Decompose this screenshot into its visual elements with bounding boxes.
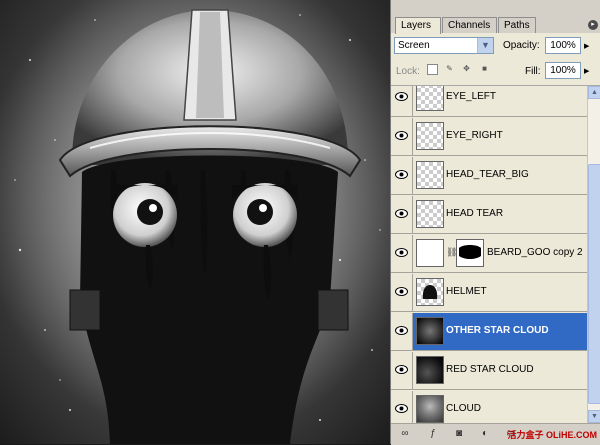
layer-row[interactable]: RED STAR CLOUD <box>391 352 587 390</box>
layer-name: HELMET <box>446 286 487 297</box>
eye-icon[interactable] <box>391 352 413 389</box>
layer-row[interactable]: CLOUD <box>391 391 587 423</box>
link-icon[interactable]: ⛓ <box>446 247 457 259</box>
panel-tabbar: Layers Channels Paths ▸ <box>391 0 600 34</box>
layer-row[interactable]: HELMET <box>391 274 587 312</box>
lock-transparent-icon[interactable] <box>427 64 438 75</box>
panel-menu-icon[interactable]: ▸ <box>588 20 598 30</box>
fill-slider-arrow-icon[interactable]: ▶ <box>584 67 589 75</box>
left-strap <box>69 289 101 331</box>
layer-row[interactable]: EYE_LEFT <box>391 86 587 117</box>
right-strap <box>317 289 349 331</box>
panel-bottom-toolbar: ∞ ƒ ◙ ◐ ▭ 活力盒子 OLiHE.COM <box>391 423 600 445</box>
layer-row-selected[interactable]: OTHER STAR CLOUD <box>391 313 587 351</box>
layer-thumbnail <box>416 122 444 150</box>
watermark: 活力盒子 OLiHE.COM <box>507 430 598 440</box>
layer-row[interactable]: HEAD TEAR <box>391 196 587 234</box>
tab-channels[interactable]: Channels <box>442 17 497 33</box>
document-canvas[interactable] <box>0 0 390 444</box>
layer-style-icon[interactable]: ƒ <box>427 428 439 440</box>
layer-row[interactable]: ⛓ BEARD_GOO copy 2 <box>391 235 587 273</box>
eye-icon[interactable] <box>391 196 413 233</box>
link-layers-icon[interactable]: ∞ <box>399 428 411 440</box>
layer-name: OTHER STAR CLOUD <box>446 325 549 336</box>
blend-mode-select[interactable]: Screen ▼ <box>394 37 494 54</box>
layer-thumbnail <box>416 317 444 345</box>
layer-row[interactable]: HEAD_TEAR_BIG <box>391 157 587 195</box>
adjustment-layer-icon[interactable]: ◐ <box>479 428 491 440</box>
layer-thumbnail <box>416 86 444 111</box>
chevron-down-icon[interactable]: ▼ <box>477 38 493 53</box>
layer-thumbnail <box>416 200 444 228</box>
layer-thumbnail <box>416 161 444 189</box>
lock-all-icon[interactable]: ■ <box>479 64 490 75</box>
layer-list: EYE_LEFT EYE_RIGHT HEAD_TEAR_BIG HEAD TE… <box>391 86 587 423</box>
layer-name: EYE_LEFT <box>446 91 497 102</box>
eye-icon[interactable] <box>391 118 413 155</box>
tab-paths[interactable]: Paths <box>498 17 536 33</box>
eye-icon[interactable] <box>391 86 413 116</box>
layer-thumbnail <box>416 395 444 423</box>
layer-name: CLOUD <box>446 403 482 414</box>
layer-name: BEARD_GOO copy 2 <box>487 247 583 258</box>
scrollbar-thumb[interactable] <box>588 164 600 404</box>
layer-thumbnail <box>416 356 444 384</box>
fill-label: Fill: <box>525 66 541 77</box>
opacity-slider-arrow-icon[interactable]: ▶ <box>584 42 589 50</box>
artwork <box>0 0 390 444</box>
eye-icon[interactable] <box>391 313 413 350</box>
blend-mode-value: Screen <box>398 40 430 51</box>
layer-row[interactable]: EYE_RIGHT <box>391 118 587 156</box>
scroll-up-icon[interactable]: ▲ <box>588 86 600 99</box>
scroll-down-icon[interactable]: ▼ <box>588 410 600 423</box>
layer-mask-thumbnail[interactable] <box>456 239 484 267</box>
layer-name: HEAD_TEAR_BIG <box>446 169 529 180</box>
add-mask-icon[interactable]: ◙ <box>453 428 465 440</box>
layer-name: EYE_RIGHT <box>446 130 503 141</box>
eye-icon[interactable] <box>391 157 413 194</box>
fill-input[interactable]: 100% <box>545 62 581 79</box>
eye-icon[interactable] <box>391 391 413 423</box>
lock-label: Lock: <box>396 66 420 77</box>
opacity-input[interactable]: 100% <box>545 37 581 54</box>
opacity-label: Opacity: <box>503 40 540 51</box>
layer-thumbnail <box>416 278 444 306</box>
layer-list-scrollbar[interactable]: ▲ ▼ <box>587 86 600 423</box>
layers-panel: Layers Channels Paths ▸ Screen ▼ Opacity… <box>390 0 600 445</box>
lock-image-brush-icon[interactable]: ✎ <box>444 64 455 75</box>
layer-thumbnail <box>416 239 444 267</box>
layer-controls: Screen ▼ Opacity: 100% ▶ Lock: ✎ ✥ ■ Fil… <box>391 33 600 86</box>
layer-name: HEAD TEAR <box>446 208 504 219</box>
lock-position-move-icon[interactable]: ✥ <box>461 64 472 75</box>
eye-icon[interactable] <box>391 235 413 272</box>
tab-layers[interactable]: Layers <box>395 17 441 34</box>
layer-name: RED STAR CLOUD <box>446 364 534 375</box>
eye-icon[interactable] <box>391 274 413 311</box>
